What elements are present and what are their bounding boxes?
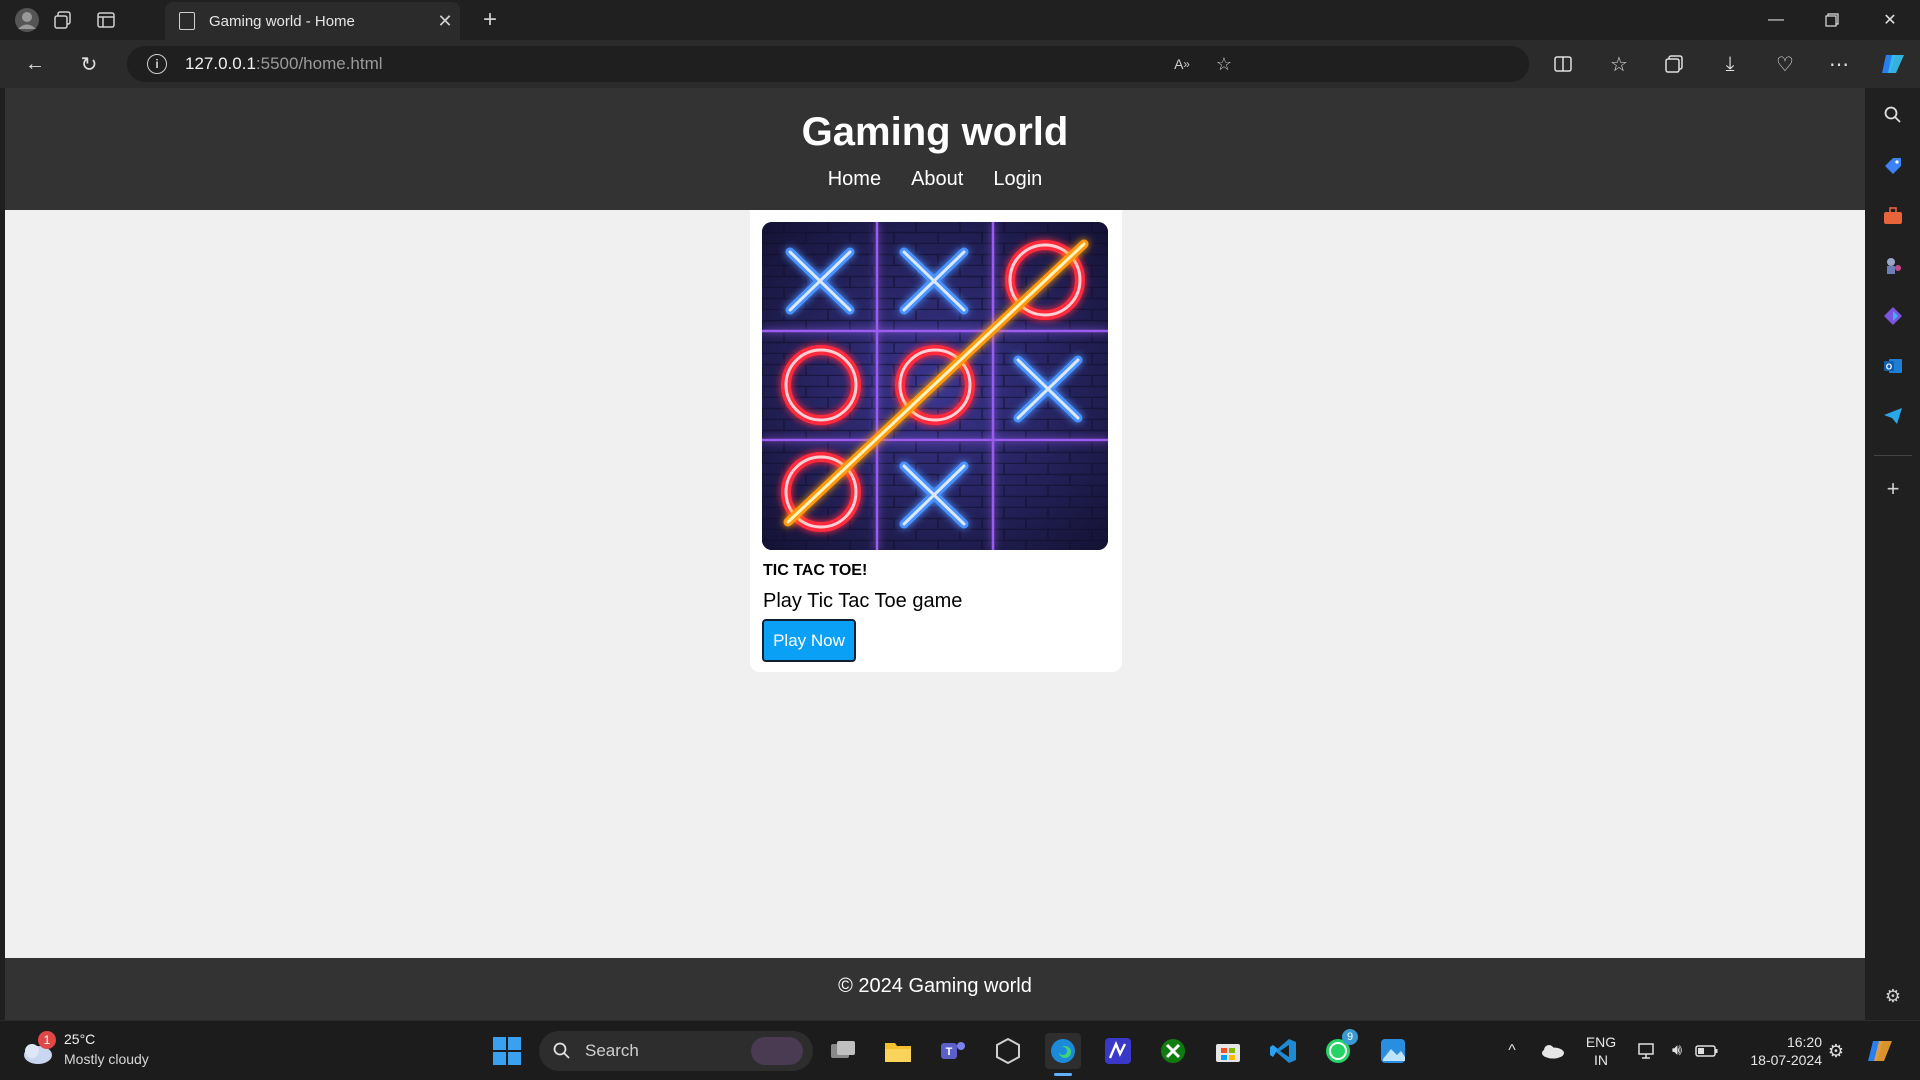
close-tab-icon[interactable]: ✕	[430, 11, 460, 32]
battery-icon[interactable]	[1689, 1033, 1725, 1069]
language-indicator[interactable]: ENG IN	[1582, 1033, 1620, 1069]
svg-text:O: O	[1886, 363, 1892, 372]
outlook-icon[interactable]: O	[1877, 350, 1909, 382]
copilot-taskbar-icon[interactable]	[1862, 1033, 1898, 1069]
tools-briefcase-icon[interactable]	[1877, 200, 1909, 232]
browser-toolbar: ← ↻ i 127.0.0.1:5500/home.html A» ☆ ☆ ⤓ …	[0, 40, 1920, 88]
notification-settings-gear-icon[interactable]: ⚙	[1818, 1033, 1854, 1069]
windows-start-icon[interactable]	[489, 1033, 525, 1069]
site-info-icon[interactable]: i	[147, 54, 167, 74]
favorite-star-icon[interactable]: ☆	[1207, 52, 1241, 76]
workspaces-icon[interactable]	[49, 6, 77, 34]
svg-text:T: T	[946, 1046, 953, 1058]
clock[interactable]: 16:20 18-07-2024	[1734, 1033, 1822, 1069]
more-menu-icon[interactable]: ⋯	[1822, 48, 1856, 80]
region-code: IN	[1594, 1052, 1608, 1068]
windows-taskbar: 1 25°C Mostly cloudy Search T 9 ^ ENG IN…	[0, 1020, 1920, 1080]
weather-temp: 25°C	[64, 1031, 96, 1047]
taskbar-search[interactable]: Search	[539, 1031, 813, 1071]
close-window-icon[interactable]: ✕	[1862, 0, 1918, 40]
weather-badge: 1	[38, 1031, 56, 1049]
task-view-icon[interactable]	[825, 1033, 861, 1069]
site-nav: Home About Login	[5, 168, 1865, 191]
microsoft-store-icon[interactable]	[1210, 1033, 1246, 1069]
whatsapp-badge: 9	[1342, 1029, 1358, 1045]
card-heading: TIC TAC TOE!	[763, 562, 868, 579]
photos-icon[interactable]	[1375, 1033, 1411, 1069]
game-card: TIC TAC TOE! Play Tic Tac Toe game Play …	[750, 210, 1122, 672]
page-viewport: Gaming world Home About Login TIC TAC TO…	[5, 88, 1865, 1020]
unity-hub-icon[interactable]	[990, 1033, 1026, 1069]
clock-date: 18-07-2024	[1750, 1052, 1822, 1068]
app-icon-blue-m[interactable]	[1100, 1033, 1136, 1069]
edge-active-indicator	[1054, 1073, 1072, 1076]
restore-icon[interactable]	[1804, 0, 1860, 40]
vscode-icon[interactable]	[1265, 1033, 1301, 1069]
edge-browser-icon[interactable]	[1045, 1033, 1081, 1069]
weather-widget[interactable]: 1 25°C Mostly cloudy	[20, 1031, 170, 1071]
play-now-button[interactable]: Play Now	[762, 619, 856, 662]
search-label: Search	[585, 1041, 639, 1060]
downloads-icon[interactable]: ⤓	[1713, 48, 1747, 80]
games-chess-icon[interactable]	[1877, 250, 1909, 282]
profile-avatar-icon[interactable]	[13, 6, 41, 34]
site-footer: © 2024 Gaming world	[5, 958, 1865, 1020]
send-telegram-icon[interactable]	[1877, 400, 1909, 432]
copilot-app-icon[interactable]	[1877, 300, 1909, 332]
sidebar-settings-gear-icon[interactable]: ⚙	[1877, 980, 1909, 1012]
search-icon	[553, 1042, 570, 1059]
card-description: Play Tic Tac Toe game	[763, 590, 963, 612]
search-highlight-image	[751, 1037, 803, 1065]
file-explorer-icon[interactable]	[880, 1033, 916, 1069]
copilot-icon[interactable]	[1876, 48, 1910, 80]
refresh-icon[interactable]: ↻	[72, 48, 106, 80]
browser-essentials-icon[interactable]: ♡	[1768, 48, 1802, 80]
minimize-icon[interactable]: —	[1748, 0, 1804, 40]
browser-tab-active[interactable]: Gaming world - Home ✕	[165, 2, 460, 40]
search-icon[interactable]	[1877, 99, 1909, 131]
page-icon	[179, 12, 195, 30]
nav-link-about[interactable]: About	[911, 168, 963, 191]
show-hidden-icons-chevron[interactable]: ^	[1494, 1033, 1530, 1069]
browser-titlebar: Gaming world - Home ✕ + — ✕	[0, 0, 1920, 40]
url-text[interactable]: 127.0.0.1:5500/home.html	[185, 54, 383, 74]
nav-link-home[interactable]: Home	[828, 168, 881, 191]
sidebar-divider	[1874, 455, 1912, 456]
xbox-icon[interactable]	[1155, 1033, 1191, 1069]
favorites-icon[interactable]: ☆	[1602, 48, 1636, 80]
collections-icon[interactable]	[1657, 48, 1691, 80]
teams-icon[interactable]: T	[935, 1033, 971, 1069]
site-header: Gaming world Home About Login	[5, 88, 1865, 210]
clock-time: 16:20	[1786, 1034, 1822, 1050]
add-app-icon[interactable]: +	[1877, 473, 1909, 505]
address-bar[interactable]: i 127.0.0.1:5500/home.html A» ☆	[127, 46, 1529, 82]
weather-desc: Mostly cloudy	[64, 1051, 149, 1067]
back-icon[interactable]: ←	[18, 48, 52, 80]
tic-tac-toe-image	[762, 222, 1108, 550]
shopping-tag-icon[interactable]	[1877, 150, 1909, 182]
split-screen-icon[interactable]	[1546, 48, 1580, 80]
vertical-tabs-icon[interactable]	[92, 6, 120, 34]
language-code: ENG	[1585, 1034, 1617, 1050]
new-tab-icon[interactable]: +	[476, 6, 504, 34]
edge-sidebar: O + ⚙	[1866, 88, 1920, 1020]
site-title: Gaming world	[801, 110, 1069, 154]
tab-title: Gaming world - Home	[209, 12, 355, 30]
read-aloud-icon[interactable]: A»	[1165, 52, 1199, 76]
nav-link-login[interactable]: Login	[993, 168, 1042, 191]
onedrive-icon[interactable]	[1534, 1033, 1570, 1069]
